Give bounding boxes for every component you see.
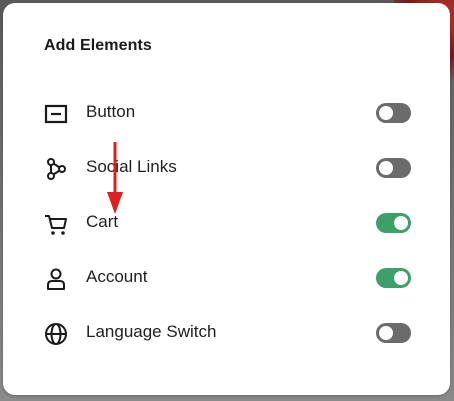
panel-title: Add Elements — [44, 37, 152, 54]
element-label: Button — [86, 102, 136, 121]
button-toggle[interactable] — [376, 103, 411, 123]
cart-icon — [43, 211, 69, 237]
element-row-social-links[interactable]: Social Links — [3, 148, 450, 188]
add-elements-panel: Add Elements Button Social Links Cart Ac… — [3, 3, 450, 395]
element-row-cart[interactable]: Cart — [3, 203, 450, 243]
element-row-language-switch[interactable]: Language Switch — [3, 313, 450, 353]
element-row-button[interactable]: Button — [3, 93, 450, 133]
element-label: Cart — [86, 212, 119, 231]
element-label: Account — [86, 267, 148, 286]
language-switch-toggle[interactable] — [376, 323, 411, 343]
toggle-knob — [394, 216, 408, 230]
share-icon — [43, 156, 69, 182]
toggle-knob — [379, 106, 393, 120]
element-label: Language Switch — [86, 322, 217, 341]
toggle-knob — [379, 161, 393, 175]
account-toggle[interactable] — [376, 268, 411, 288]
user-icon — [43, 266, 69, 292]
cart-toggle[interactable] — [376, 213, 411, 233]
globe-icon — [43, 321, 69, 347]
element-label: Social Links — [86, 157, 177, 176]
toggle-knob — [394, 271, 408, 285]
toggle-knob — [379, 326, 393, 340]
annotation-arrow-icon — [107, 142, 123, 214]
element-row-account[interactable]: Account — [3, 258, 450, 298]
social-links-toggle[interactable] — [376, 158, 411, 178]
button-icon — [43, 101, 69, 127]
